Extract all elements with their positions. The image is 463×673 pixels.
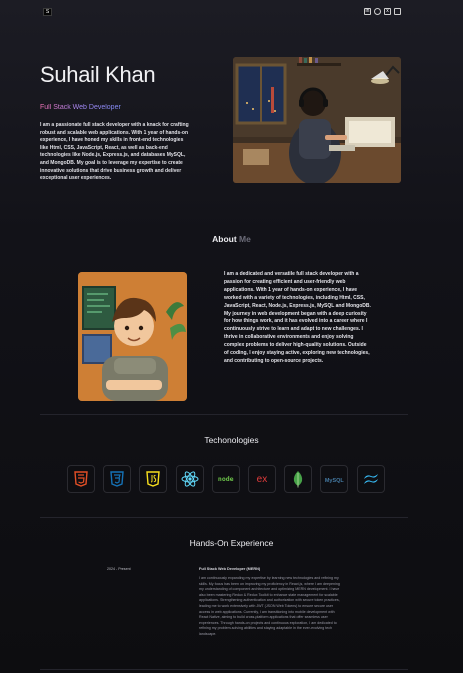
- technologies-title: Techonologies: [204, 435, 259, 445]
- hero-illustration: [233, 57, 401, 183]
- site-logo[interactable]: S: [43, 8, 52, 16]
- about-illustration: [78, 272, 187, 401]
- about-text: I am a dedicated and versatile full stac…: [224, 271, 371, 364]
- section-divider: [40, 414, 408, 415]
- top-nav: S in x: [0, 8, 463, 18]
- instagram-icon[interactable]: [394, 8, 401, 15]
- tailwind-icon[interactable]: [356, 465, 385, 493]
- html5-icon[interactable]: [67, 465, 95, 493]
- nodejs-label: node: [217, 475, 234, 483]
- section-divider: [40, 517, 408, 518]
- css3-icon[interactable]: [103, 465, 132, 493]
- express-label: ex: [256, 473, 268, 485]
- github-icon[interactable]: [374, 8, 381, 15]
- social-links: in x: [364, 8, 401, 15]
- section-divider: [40, 669, 408, 670]
- twitter-icon[interactable]: x: [384, 8, 391, 15]
- express-icon[interactable]: ex: [247, 465, 276, 493]
- nodejs-icon[interactable]: node: [211, 465, 240, 493]
- linkedin-icon[interactable]: in: [364, 8, 371, 15]
- experience-title: Hands-On Experience: [189, 538, 274, 548]
- mongodb-icon[interactable]: [284, 465, 313, 493]
- mysql-icon[interactable]: MySQL: [320, 465, 349, 493]
- mysql-label: MySQL: [324, 478, 344, 484]
- about-title: About Me: [0, 234, 463, 244]
- javascript-icon[interactable]: [139, 465, 168, 493]
- about-title-main: About: [212, 234, 237, 244]
- technologies-list: node ex MySQL: [67, 465, 385, 493]
- experience-date: 2024 - Present: [107, 567, 131, 571]
- hero-role: Full Stack Web Developer: [40, 104, 121, 111]
- hero-name: Suhail Khan: [40, 62, 156, 87]
- about-title-muted: Me: [239, 234, 251, 244]
- react-icon[interactable]: [175, 465, 204, 493]
- hero-bio: I am a passionate full stack developer w…: [40, 122, 189, 182]
- experience-role: Full Stack Web Developer (MERN): [199, 567, 261, 571]
- experience-description: I am continuously expanding my expertise…: [199, 576, 340, 636]
